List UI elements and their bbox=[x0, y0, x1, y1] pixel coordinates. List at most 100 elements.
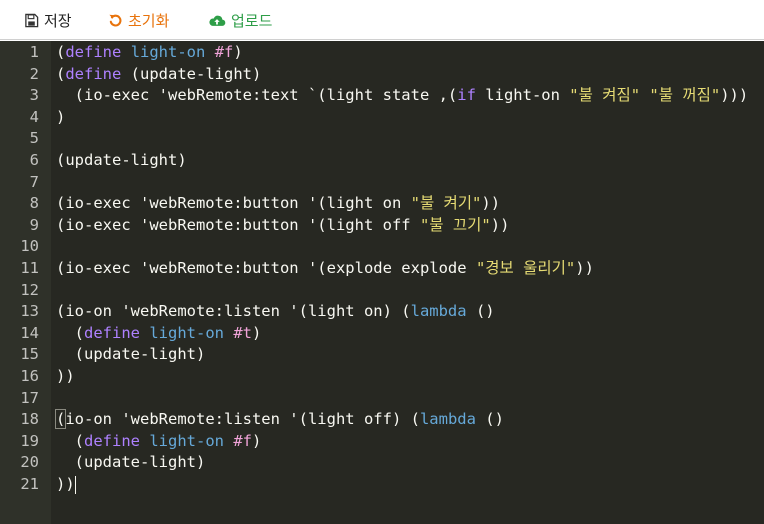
code-line[interactable]: ) bbox=[56, 107, 65, 129]
line-number: 9 bbox=[29, 215, 39, 234]
upload-label: 업로드 bbox=[231, 11, 273, 30]
text-cursor bbox=[74, 475, 76, 494]
code-line[interactable]: (update-light) bbox=[56, 452, 206, 474]
line-number: 17 bbox=[20, 388, 39, 407]
code-token: light-on bbox=[475, 86, 570, 105]
code-token: #t bbox=[233, 323, 253, 342]
code-token: ))) bbox=[720, 86, 749, 105]
code-line[interactable]: (update-light) bbox=[56, 344, 206, 366]
code-token: ) bbox=[56, 107, 66, 126]
code-token: (io-exec 'webRemote:button '(light on bbox=[56, 194, 411, 213]
code-line[interactable]: (define (update-light) bbox=[56, 64, 261, 86]
line-number: 21 bbox=[20, 475, 39, 493]
code-line[interactable]: (io-exec 'webRemote:button '(light on "불… bbox=[56, 193, 500, 215]
upload-button[interactable]: 업로드 bbox=[208, 10, 272, 30]
toolbar: 저장 초기화 업로드 bbox=[0, 0, 764, 40]
code-token: define bbox=[65, 43, 122, 61]
code-line[interactable]: (update-light) bbox=[56, 150, 187, 172]
code-token: ( bbox=[56, 323, 84, 342]
save-button[interactable]: 저장 bbox=[24, 10, 72, 30]
code-line[interactable]: (io-exec 'webRemote:text `(light state ,… bbox=[56, 85, 749, 107]
code-token: () bbox=[466, 302, 495, 321]
line-number: 6 bbox=[29, 151, 39, 169]
code-line[interactable]: (define light-on #t) bbox=[56, 323, 262, 345]
code-token: )) bbox=[56, 367, 75, 385]
code-line[interactable]: (io-on 'webRemote:listen '(light off) (l… bbox=[54, 409, 504, 431]
code-token: (update-light) bbox=[121, 64, 262, 83]
code-token: "불 끄기" bbox=[419, 215, 491, 234]
line-number: 15 bbox=[20, 345, 39, 364]
code-token: "불 꺼짐" bbox=[649, 86, 721, 105]
code-token: (update-light) bbox=[56, 453, 206, 472]
line-number: 19 bbox=[20, 431, 39, 450]
code-line[interactable]: (io-exec 'webRemote:button '(light off "… bbox=[56, 215, 509, 237]
line-number: 7 bbox=[29, 172, 39, 191]
line-number: 18 bbox=[20, 410, 39, 429]
line-number: 2 bbox=[29, 64, 39, 83]
code-token: light-on bbox=[130, 43, 206, 61]
code-token: light-on bbox=[149, 323, 224, 342]
line-number: 12 bbox=[20, 280, 39, 299]
line-number: 5 bbox=[29, 129, 39, 148]
code-token: "경보 울리기" bbox=[475, 259, 576, 277]
code-token: )) bbox=[490, 215, 510, 234]
cloud-upload-icon bbox=[208, 13, 226, 28]
code-token: lambda bbox=[410, 302, 467, 321]
code-line[interactable]: (define light-on #f) bbox=[56, 431, 262, 453]
code-line[interactable]: )) bbox=[56, 366, 75, 388]
code-token: define bbox=[65, 64, 122, 83]
code-token: )) bbox=[56, 475, 75, 493]
code-line[interactable]: (define light-on #f) bbox=[56, 42, 243, 64]
code-token: ) bbox=[252, 323, 262, 342]
line-number: 10 bbox=[20, 237, 39, 256]
line-number: 11 bbox=[20, 259, 39, 277]
reset-label: 초기화 bbox=[128, 11, 170, 30]
code-token: (io-on 'webRemote:listen '(light on) ( bbox=[56, 302, 411, 321]
code-token: () bbox=[475, 410, 504, 429]
code-token: (io-exec 'webRemote:button '(light off bbox=[56, 215, 420, 234]
line-number: 13 bbox=[20, 302, 39, 321]
line-number: 20 bbox=[20, 453, 39, 472]
code-token: ( bbox=[54, 409, 67, 430]
code-token: ( bbox=[56, 64, 66, 83]
line-number: 4 bbox=[29, 107, 39, 126]
line-number: 3 bbox=[29, 86, 39, 105]
line-number: 1 bbox=[29, 43, 39, 61]
code-token: #f bbox=[233, 431, 253, 450]
code-token: if bbox=[457, 86, 476, 105]
code-token: ) bbox=[233, 43, 243, 61]
code-token: "불 켜기" bbox=[410, 194, 482, 213]
code-token: lambda bbox=[419, 410, 476, 429]
code-editor[interactable]: 1 2 3 4 5 6 7 8 9 10 11 12 13 14 15 16 17 18 19 20 21 (defin… bbox=[0, 41, 764, 524]
line-number: 14 bbox=[20, 323, 39, 342]
code-token: ( bbox=[56, 431, 84, 450]
code-token: light-on bbox=[149, 431, 224, 450]
code-line[interactable]: )) bbox=[56, 474, 76, 496]
code-area[interactable]: (define light-on #f) (define (update-ligh… bbox=[51, 41, 764, 524]
code-token: define bbox=[84, 323, 140, 342]
code-token: "불 켜짐" bbox=[569, 86, 641, 105]
code-token: (update-light) bbox=[56, 151, 187, 169]
line-number: 16 bbox=[20, 367, 39, 385]
code-token: ( bbox=[56, 43, 66, 61]
code-line[interactable]: (io-on 'webRemote:listen '(light on) (la… bbox=[56, 301, 495, 323]
code-token: io-on 'webRemote:listen '(light off) ( bbox=[65, 410, 420, 429]
line-number: 8 bbox=[29, 194, 39, 213]
code-token: (update-light) bbox=[56, 345, 206, 364]
save-label: 저장 bbox=[44, 11, 72, 30]
code-token: #f bbox=[214, 43, 234, 61]
code-token: (io-exec 'webRemote:button '(explode exp… bbox=[56, 259, 476, 277]
code-line[interactable]: (io-exec 'webRemote:button '(explode exp… bbox=[56, 258, 594, 280]
reset-button[interactable]: 초기화 bbox=[108, 10, 169, 30]
code-token: (io-exec 'webRemote:text `(light state ,… bbox=[56, 86, 458, 105]
undo-icon bbox=[108, 13, 123, 28]
code-token: ) bbox=[252, 431, 262, 450]
code-token: )) bbox=[481, 194, 501, 213]
